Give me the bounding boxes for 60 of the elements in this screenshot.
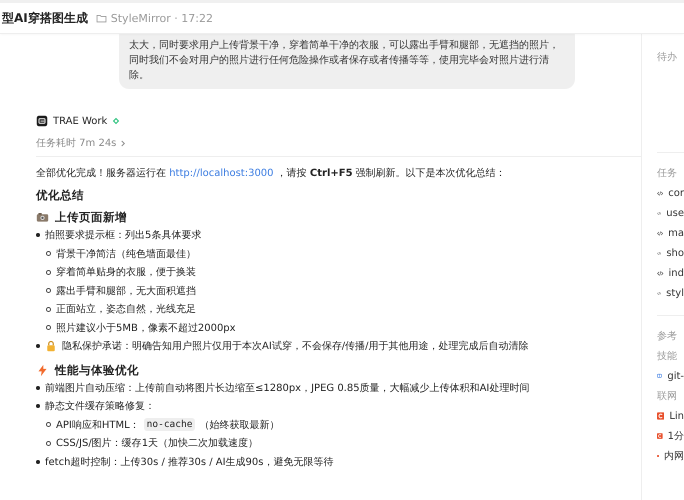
search-result-link[interactable]: 内网 — [664, 449, 684, 463]
panel-section-title: 任务 — [657, 167, 678, 181]
bullet-icon — [46, 422, 51, 428]
subsection-heading: 性能与体验优化 — [55, 362, 139, 378]
lightning-icon — [36, 364, 49, 376]
camera-icon — [36, 211, 49, 224]
list-item-text: 背景干净简洁（纯色墙面最佳） — [56, 248, 196, 261]
subsection-heading: 上传页面新增 — [55, 210, 127, 225]
bullet-icon — [36, 404, 40, 408]
search-result-link[interactable]: 1分 — [668, 429, 684, 443]
section-heading: 优化总结 — [36, 188, 85, 203]
file-name[interactable]: ma — [668, 228, 684, 238]
code-file-icon — [657, 188, 664, 198]
project-label: StyleMirror · 17:22 — [110, 12, 213, 24]
code-file-icon — [657, 268, 664, 278]
localhost-link[interactable]: http://localhost:3000 — [169, 168, 274, 179]
file-name[interactable]: use — [666, 208, 684, 218]
list-item-text: 正面站立，姿态自然，光线充足 — [56, 302, 196, 316]
code-file-icon — [657, 228, 664, 238]
bullet-icon — [36, 344, 40, 348]
file-name[interactable]: styl — [666, 288, 684, 298]
bullet-icon — [36, 233, 40, 238]
list-item-text: CSS/JS/图片：缓存1天（加快二次加载速度） — [56, 436, 258, 450]
bullet-icon — [46, 270, 51, 275]
list-item-text: 隐私保护承诺：明确告知用户照片仅用于本次AI试穿，不会保存/传播/用于其他用途，处理完成后自动清除 — [62, 340, 529, 354]
file-name[interactable]: ind — [668, 268, 684, 278]
bullet-icon — [46, 325, 51, 330]
file-name[interactable]: sho — [666, 248, 684, 258]
list-item-text: 穿着简单贴身的衣服，便于换装 — [56, 266, 196, 280]
inline-code: no-cache — [144, 418, 196, 432]
bullet-icon — [36, 386, 40, 390]
conversation-title: 型AI穿搭图生成 — [2, 10, 88, 26]
bullet-icon — [46, 251, 51, 256]
list-item-text: 拍照要求提示框：列出5条具体要求 — [45, 228, 202, 242]
panel-section-title: 待办 — [657, 50, 678, 65]
list-item-text: 照片建议小于5MB，像素不超过2000px — [56, 322, 236, 335]
folder-icon — [96, 12, 107, 24]
bullet-icon — [36, 460, 40, 464]
panel-section-title: 技能 — [657, 350, 678, 364]
bullet-icon — [46, 288, 51, 294]
summary-paragraph: 全部优化完成！服务器运行在 http://localhost:3000 ，请按 Ctrl+F5 强制刷新。以下是本次优化总结： — [36, 167, 507, 181]
search-result-link[interactable]: Lin — [669, 410, 684, 422]
user-message: 太大，同时要求用户上传背景干净，穿着简单干净的衣服，可以露出手臂和腿部，无遮挡的照片，同时我们不会对用户的照片进行任何危险操作或者保存或者传播等等，使用完毕会对照片进行清除。 — [119, 34, 575, 89]
agent-name: TRAE Work — [53, 116, 108, 126]
task-duration[interactable]: 任务耗时 7m 24s — [36, 136, 116, 150]
skill-name[interactable]: git- — [667, 370, 684, 382]
list-item-text: 静态文件缓存策略修复： — [45, 400, 155, 414]
bullet-icon — [46, 440, 51, 446]
agent-logo-icon — [36, 115, 48, 127]
panel-section-title: 参考 — [657, 330, 678, 344]
list-item-text: 前端图片自动压缩：上传前自动将图片长边缩至≤1280px，JPEG 0.85质量，大幅减少上传体积和AI处理时间 — [45, 382, 530, 395]
sparkle-icon — [112, 117, 120, 125]
list-item-text: fetch超时控制：上传30s / 推荐30s / AI生成90s，避免无限等待 — [45, 456, 334, 469]
lock-icon — [45, 340, 57, 352]
file-name[interactable]: cor — [668, 188, 684, 198]
list-item-text: API响应和HTML： no-cache （始终获取最新） — [56, 418, 280, 432]
chevron-right-icon[interactable] — [120, 140, 126, 146]
bullet-icon — [46, 306, 51, 312]
list-item-text: 露出手臂和腿部，无大面积遮挡 — [56, 284, 196, 298]
panel-section-title: 联网 — [657, 390, 678, 404]
